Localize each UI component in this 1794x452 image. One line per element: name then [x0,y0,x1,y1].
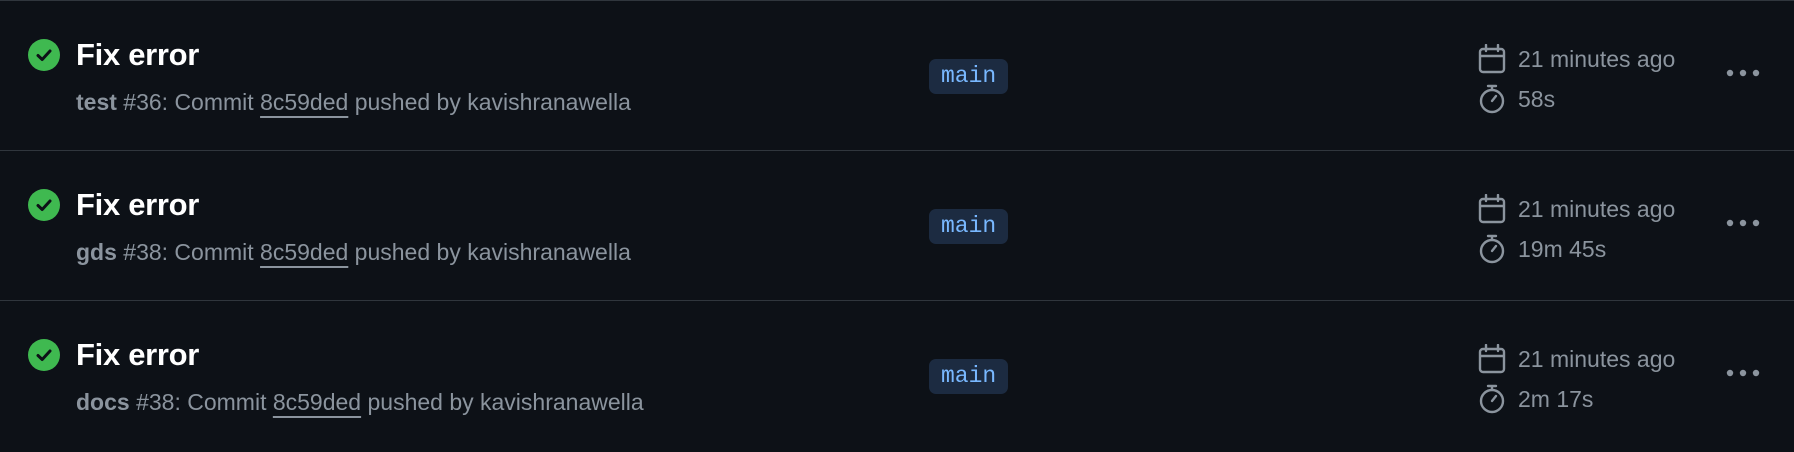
run-duration: 2m 17s [1477,383,1593,415]
commit-label: : Commit [174,389,273,415]
duration-text: 19m 45s [1518,235,1607,262]
kebab-horizontal-icon [1726,369,1760,377]
branch-badge[interactable]: main [929,59,1009,94]
commit-label: : Commit [161,89,261,115]
more-options-button[interactable] [1720,53,1766,93]
pushed-by-text: pushed by kavishranawella [348,89,631,115]
workflow-run-row[interactable]: Fix error gds #38: Commit 8c59ded pushed… [0,151,1794,301]
workflow-name: gds [76,239,117,265]
run-date: 21 minutes ago [1477,343,1675,375]
stopwatch-icon [1477,234,1507,264]
check-circle-icon [28,189,60,221]
commit-sha-link[interactable]: 8c59ded [260,89,348,115]
pushed-by-text: pushed by kavishranawella [361,389,644,415]
time-ago-text: 21 minutes ago [1518,345,1676,372]
workflow-run-row[interactable]: Fix error docs #38: Commit 8c59ded pushe… [0,301,1794,450]
calendar-icon [1477,344,1507,374]
run-number: #38 [123,239,162,265]
run-number: #38 [136,389,175,415]
run-number: #36 [123,89,162,115]
duration-text: 58s [1518,85,1556,112]
stopwatch-icon [1477,84,1507,114]
commit-sha-link[interactable]: 8c59ded [260,239,348,265]
branch-badge[interactable]: main [929,359,1009,394]
time-ago-text: 21 minutes ago [1518,195,1676,222]
run-duration: 19m 45s [1477,233,1606,265]
run-meta: docs #38: Commit 8c59ded pushed by kavis… [76,387,644,417]
run-title-link[interactable]: Fix error [76,335,199,375]
calendar-icon [1477,194,1507,224]
run-duration: 58s [1477,83,1555,115]
workflow-run-row[interactable]: Fix error test #36: Commit 8c59ded pushe… [0,1,1794,151]
run-meta: gds #38: Commit 8c59ded pushed by kavish… [76,237,631,267]
run-date: 21 minutes ago [1477,43,1675,75]
check-circle-icon [28,39,60,71]
pushed-by-text: pushed by kavishranawella [348,239,631,265]
stopwatch-icon [1477,384,1507,414]
run-title-link[interactable]: Fix error [76,35,199,75]
commit-label: : Commit [161,239,261,265]
commit-sha-link[interactable]: 8c59ded [273,389,361,415]
kebab-horizontal-icon [1726,219,1760,227]
kebab-horizontal-icon [1726,69,1760,77]
more-options-button[interactable] [1720,203,1766,243]
time-ago-text: 21 minutes ago [1518,45,1676,72]
run-title-link[interactable]: Fix error [76,185,199,225]
run-date: 21 minutes ago [1477,193,1675,225]
workflow-name: docs [76,389,130,415]
more-options-button[interactable] [1720,353,1766,393]
branch-badge[interactable]: main [929,209,1009,244]
calendar-icon [1477,44,1507,74]
workflow-run-list: Fix error test #36: Commit 8c59ded pushe… [0,0,1794,452]
check-circle-icon [28,339,60,371]
duration-text: 2m 17s [1518,385,1594,412]
run-meta: test #36: Commit 8c59ded pushed by kavis… [76,87,631,117]
workflow-name: test [76,89,117,115]
